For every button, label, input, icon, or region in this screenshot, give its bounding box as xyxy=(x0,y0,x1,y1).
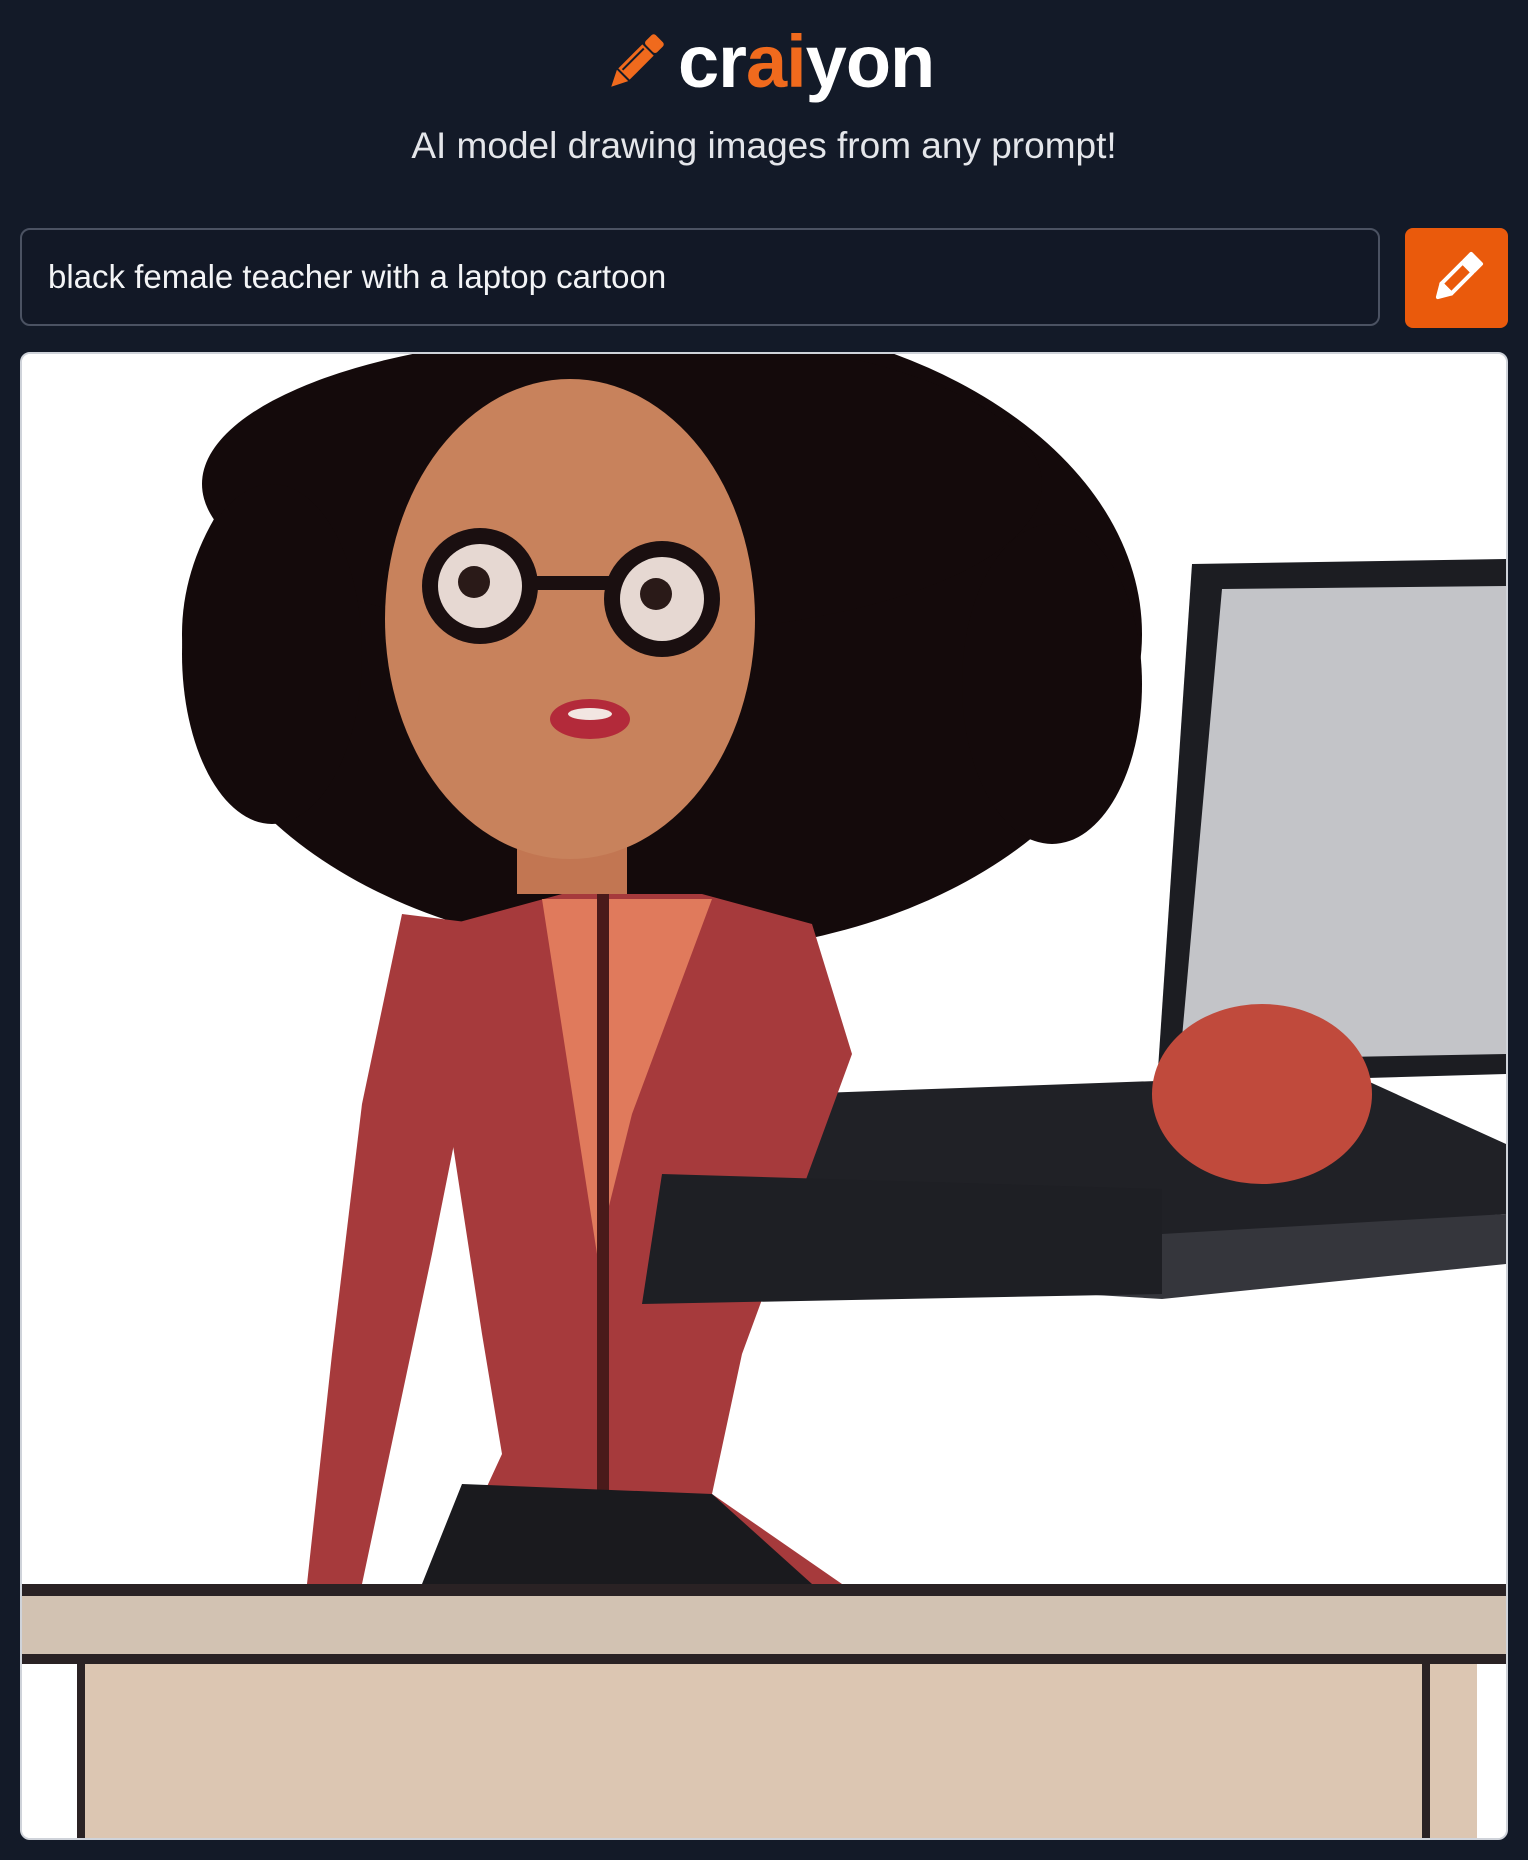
logo-text: craiyon xyxy=(678,25,935,99)
crayon-logo-icon xyxy=(611,34,664,87)
prompt-input[interactable] xyxy=(20,228,1380,326)
logo-text-prefix: cr xyxy=(678,20,747,103)
draw-button[interactable] xyxy=(1405,228,1508,328)
logo-text-suffix: yon xyxy=(805,20,936,103)
pencil-icon xyxy=(1435,251,1483,300)
generated-image[interactable] xyxy=(20,352,1508,1840)
header: craiyon AI model drawing images from any… xyxy=(0,0,1528,220)
logo-text-accent: ai xyxy=(745,20,807,103)
tagline: AI model drawing images from any prompt! xyxy=(411,125,1117,166)
craiyon-logo[interactable]: craiyon xyxy=(602,22,935,102)
generated-artwork xyxy=(22,354,1506,1838)
desk-illustration xyxy=(22,1584,1506,1838)
